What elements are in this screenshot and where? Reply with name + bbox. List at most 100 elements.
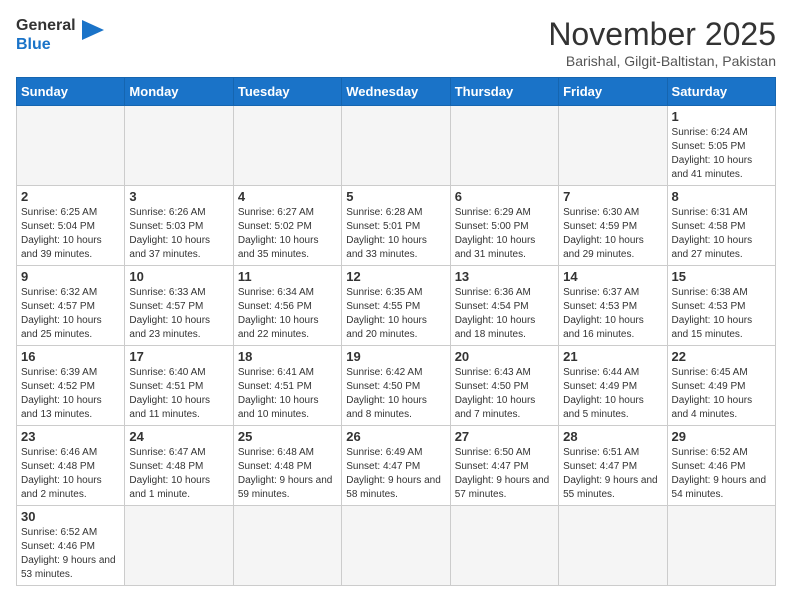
day-info: Sunrise: 6:35 AM Sunset: 4:55 PM Dayligh…	[346, 286, 445, 342]
calendar-cell: 19Sunrise: 6:42 AM Sunset: 4:50 PM Dayli…	[342, 346, 450, 426]
calendar-cell: 23Sunrise: 6:46 AM Sunset: 4:48 PM Dayli…	[17, 426, 125, 506]
logo: General Blue	[16, 16, 104, 54]
calendar-cell	[559, 506, 667, 586]
calendar-cell	[125, 106, 233, 186]
day-info: Sunrise: 6:36 AM Sunset: 4:54 PM Dayligh…	[455, 286, 554, 342]
logo-text: General Blue	[16, 16, 76, 54]
day-info: Sunrise: 6:45 AM Sunset: 4:49 PM Dayligh…	[672, 366, 771, 422]
calendar-cell: 21Sunrise: 6:44 AM Sunset: 4:49 PM Dayli…	[559, 346, 667, 426]
calendar-week-row: 30 Sunrise: 6:52 AM Sunset: 4:46 PM Dayli…	[17, 506, 776, 586]
day-number: 1	[672, 109, 771, 124]
month-title: November 2025	[548, 16, 776, 53]
calendar-cell: 16 Sunrise: 6:39 AM Sunset: 4:52 PM Dayli…	[17, 346, 125, 426]
calendar-cell: 3Sunrise: 6:26 AM Sunset: 5:03 PM Daylig…	[125, 186, 233, 266]
day-number: 9	[21, 269, 120, 284]
day-number: 15	[672, 269, 771, 284]
day-info: Sunrise: 6:29 AM Sunset: 5:00 PM Dayligh…	[455, 206, 554, 262]
calendar-cell: 5 Sunrise: 6:28 AM Sunset: 5:01 PM Daylig…	[342, 186, 450, 266]
calendar-cell: 29 Sunrise: 6:52 AM Sunset: 4:46 PM Dayli…	[667, 426, 775, 506]
calendar-cell: 24 Sunrise: 6:47 AM Sunset: 4:48 PM Dayli…	[125, 426, 233, 506]
day-info: Sunrise: 6:52 AM Sunset: 4:46 PM Dayligh…	[672, 446, 771, 502]
calendar-cell	[450, 106, 558, 186]
day-info: Sunrise: 6:51 AM Sunset: 4:47 PM Dayligh…	[563, 446, 662, 502]
calendar-cell: 17Sunrise: 6:40 AM Sunset: 4:51 PM Dayli…	[125, 346, 233, 426]
day-info: Sunrise: 6:48 AM Sunset: 4:48 PM Dayligh…	[238, 446, 337, 502]
day-number: 17	[129, 349, 228, 364]
calendar-day-header: Thursday	[450, 78, 558, 106]
day-number: 13	[455, 269, 554, 284]
calendar-cell: 6 Sunrise: 6:29 AM Sunset: 5:00 PM Daylig…	[450, 186, 558, 266]
day-number: 22	[672, 349, 771, 364]
day-info: Sunrise: 6:43 AM Sunset: 4:50 PM Dayligh…	[455, 366, 554, 422]
day-info: Sunrise: 6:47 AM Sunset: 4:48 PM Dayligh…	[129, 446, 228, 502]
day-info: Sunrise: 6:39 AM Sunset: 4:52 PM Dayligh…	[21, 366, 120, 422]
calendar-week-row: 23Sunrise: 6:46 AM Sunset: 4:48 PM Dayli…	[17, 426, 776, 506]
day-number: 7	[563, 189, 662, 204]
day-number: 2	[21, 189, 120, 204]
calendar-day-header: Saturday	[667, 78, 775, 106]
day-number: 24	[129, 429, 228, 444]
day-number: 29	[672, 429, 771, 444]
calendar-cell: 2 Sunrise: 6:25 AM Sunset: 5:04 PM Daylig…	[17, 186, 125, 266]
calendar-cell: 9 Sunrise: 6:32 AM Sunset: 4:57 PM Daylig…	[17, 266, 125, 346]
day-info: Sunrise: 6:27 AM Sunset: 5:02 PM Dayligh…	[238, 206, 337, 262]
calendar-cell: 1 Sunrise: 6:24 AM Sunset: 5:05 PM Daylig…	[667, 106, 775, 186]
day-info: Sunrise: 6:33 AM Sunset: 4:57 PM Dayligh…	[129, 286, 228, 342]
calendar-cell	[125, 506, 233, 586]
day-number: 27	[455, 429, 554, 444]
logo-triangle-icon	[82, 20, 104, 50]
day-number: 21	[563, 349, 662, 364]
day-info: Sunrise: 6:28 AM Sunset: 5:01 PM Dayligh…	[346, 206, 445, 262]
calendar-cell: 14Sunrise: 6:37 AM Sunset: 4:53 PM Dayli…	[559, 266, 667, 346]
calendar-cell: 25 Sunrise: 6:48 AM Sunset: 4:48 PM Dayli…	[233, 426, 341, 506]
day-info: Sunrise: 6:25 AM Sunset: 5:04 PM Dayligh…	[21, 206, 120, 262]
calendar-cell: 30 Sunrise: 6:52 AM Sunset: 4:46 PM Dayli…	[17, 506, 125, 586]
day-number: 11	[238, 269, 337, 284]
day-info: Sunrise: 6:52 AM Sunset: 4:46 PM Dayligh…	[21, 526, 120, 582]
calendar-cell: 27 Sunrise: 6:50 AM Sunset: 4:47 PM Dayli…	[450, 426, 558, 506]
calendar-cell: 7Sunrise: 6:30 AM Sunset: 4:59 PM Daylig…	[559, 186, 667, 266]
calendar-cell	[233, 506, 341, 586]
calendar-cell: 12 Sunrise: 6:35 AM Sunset: 4:55 PM Dayli…	[342, 266, 450, 346]
day-number: 20	[455, 349, 554, 364]
calendar-day-header: Friday	[559, 78, 667, 106]
day-info: Sunrise: 6:37 AM Sunset: 4:53 PM Dayligh…	[563, 286, 662, 342]
day-number: 16	[21, 349, 120, 364]
calendar-cell: 10 Sunrise: 6:33 AM Sunset: 4:57 PM Dayli…	[125, 266, 233, 346]
day-number: 25	[238, 429, 337, 444]
day-info: Sunrise: 6:41 AM Sunset: 4:51 PM Dayligh…	[238, 366, 337, 422]
day-number: 12	[346, 269, 445, 284]
day-number: 30	[21, 509, 120, 524]
calendar-cell: 18 Sunrise: 6:41 AM Sunset: 4:51 PM Dayli…	[233, 346, 341, 426]
calendar-cell: 8Sunrise: 6:31 AM Sunset: 4:58 PM Daylig…	[667, 186, 775, 266]
day-info: Sunrise: 6:24 AM Sunset: 5:05 PM Dayligh…	[672, 126, 771, 182]
calendar-cell: 15Sunrise: 6:38 AM Sunset: 4:53 PM Dayli…	[667, 266, 775, 346]
calendar-week-row: 16 Sunrise: 6:39 AM Sunset: 4:52 PM Dayli…	[17, 346, 776, 426]
day-info: Sunrise: 6:49 AM Sunset: 4:47 PM Dayligh…	[346, 446, 445, 502]
calendar-day-header: Monday	[125, 78, 233, 106]
calendar-cell: 20 Sunrise: 6:43 AM Sunset: 4:50 PM Dayli…	[450, 346, 558, 426]
calendar-cell	[342, 506, 450, 586]
day-info: Sunrise: 6:32 AM Sunset: 4:57 PM Dayligh…	[21, 286, 120, 342]
day-info: Sunrise: 6:50 AM Sunset: 4:47 PM Dayligh…	[455, 446, 554, 502]
day-number: 6	[455, 189, 554, 204]
calendar-cell: 28Sunrise: 6:51 AM Sunset: 4:47 PM Dayli…	[559, 426, 667, 506]
calendar-day-header: Tuesday	[233, 78, 341, 106]
day-number: 26	[346, 429, 445, 444]
header: General Blue November 2025 Barishal, Gil…	[16, 16, 776, 69]
calendar-cell	[667, 506, 775, 586]
subtitle: Barishal, Gilgit-Baltistan, Pakistan	[548, 53, 776, 69]
day-info: Sunrise: 6:26 AM Sunset: 5:03 PM Dayligh…	[129, 206, 228, 262]
day-info: Sunrise: 6:46 AM Sunset: 4:48 PM Dayligh…	[21, 446, 120, 502]
day-info: Sunrise: 6:42 AM Sunset: 4:50 PM Dayligh…	[346, 366, 445, 422]
day-number: 5	[346, 189, 445, 204]
calendar-cell	[233, 106, 341, 186]
day-number: 18	[238, 349, 337, 364]
calendar-cell: 22 Sunrise: 6:45 AM Sunset: 4:49 PM Dayli…	[667, 346, 775, 426]
calendar-cell	[342, 106, 450, 186]
calendar-cell: 13 Sunrise: 6:36 AM Sunset: 4:54 PM Dayli…	[450, 266, 558, 346]
calendar-week-row: 9 Sunrise: 6:32 AM Sunset: 4:57 PM Daylig…	[17, 266, 776, 346]
calendar-header-row: SundayMondayTuesdayWednesdayThursdayFrid…	[17, 78, 776, 106]
day-number: 4	[238, 189, 337, 204]
day-number: 10	[129, 269, 228, 284]
